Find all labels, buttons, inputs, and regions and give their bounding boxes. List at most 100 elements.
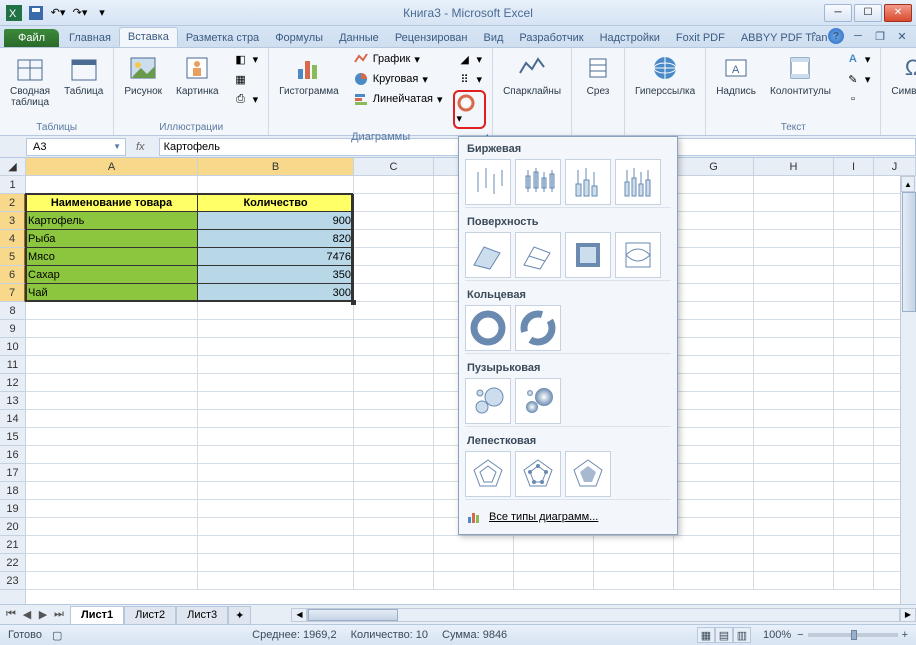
col-header[interactable]: G [674,158,754,176]
cell[interactable] [834,518,874,536]
all-chart-types-button[interactable]: Все типы диаграмм... [459,502,677,532]
cell[interactable] [754,500,834,518]
column-chart-button[interactable]: Гистограмма [275,50,343,99]
namebox-dropdown-icon[interactable]: ▼ [113,142,125,151]
cell[interactable] [834,464,874,482]
scatter-chart-button[interactable]: ⠿▾ [453,70,487,88]
cell[interactable]: 7476 [198,248,354,266]
cell[interactable] [198,374,354,392]
stock-chart-2[interactable] [515,159,561,205]
row-header[interactable]: 19 [0,500,25,518]
cell[interactable] [26,176,198,194]
cell[interactable] [198,428,354,446]
row-header[interactable]: 8 [0,302,25,320]
cell[interactable] [674,374,754,392]
cell[interactable] [674,212,754,230]
cell[interactable]: 820 [198,230,354,248]
cell[interactable]: 300 [198,284,354,302]
fx-icon[interactable]: fx [136,141,149,153]
cell[interactable] [354,554,434,572]
cell[interactable] [834,482,874,500]
cell[interactable] [594,554,674,572]
cell[interactable] [834,500,874,518]
bar-chart-button[interactable]: Линейчатая ▾ [349,90,447,108]
stock-chart-4[interactable] [615,159,661,205]
close-button[interactable]: ✕ [884,4,912,22]
cell[interactable] [26,482,198,500]
tab-home[interactable]: Главная [61,29,119,47]
save-icon[interactable] [26,3,46,23]
doughnut-chart-1[interactable] [465,305,511,351]
cell[interactable] [354,374,434,392]
cell[interactable] [26,374,198,392]
cell[interactable] [354,284,434,302]
doc-restore-icon[interactable]: ❐ [872,28,888,44]
pie-chart-button[interactable]: Круговая ▾ [349,70,447,88]
cell[interactable] [354,302,434,320]
object-button[interactable]: ▫ [841,90,875,108]
row-header[interactable]: 9 [0,320,25,338]
cell[interactable] [754,536,834,554]
cell[interactable] [834,194,874,212]
row-header[interactable]: 21 [0,536,25,554]
cell[interactable] [198,572,354,590]
cell[interactable] [834,284,874,302]
cell[interactable] [354,410,434,428]
cell[interactable] [754,374,834,392]
cell[interactable] [834,212,874,230]
cell[interactable] [674,500,754,518]
cell[interactable] [354,338,434,356]
cell[interactable] [754,230,834,248]
doughnut-chart-2[interactable] [515,305,561,351]
cell[interactable] [754,428,834,446]
sheet-tab[interactable]: Лист3 [176,606,228,624]
row-header[interactable]: 1 [0,176,25,194]
cell[interactable] [354,194,434,212]
cell[interactable] [594,572,674,590]
cell[interactable] [514,554,594,572]
cell[interactable] [26,446,198,464]
tab-developer[interactable]: Разработчик [511,29,591,47]
surface-chart-2[interactable] [515,232,561,278]
cell[interactable] [198,410,354,428]
zoom-out-button[interactable]: − [797,629,803,641]
shapes-button[interactable]: ◧▾ [229,50,263,68]
hscroll-track[interactable] [307,608,900,622]
sheet-tab[interactable]: Лист1 [70,606,124,624]
cell[interactable] [354,356,434,374]
qat-more-icon[interactable]: ▾ [92,3,112,23]
cell[interactable] [754,572,834,590]
cell[interactable] [674,428,754,446]
cell[interactable] [434,554,514,572]
cell[interactable] [354,320,434,338]
radar-chart-3[interactable] [565,451,611,497]
cell[interactable] [754,410,834,428]
cell[interactable] [198,302,354,320]
cell[interactable] [198,536,354,554]
cell[interactable] [674,554,754,572]
surface-chart-3[interactable] [565,232,611,278]
zoom-in-button[interactable]: + [902,629,908,641]
view-break-button[interactable]: ▥ [733,627,751,643]
screenshot-button[interactable]: ⎙▾ [229,90,263,108]
header-footer-button[interactable]: Колонтитулы [766,50,835,99]
tab-data[interactable]: Данные [331,29,387,47]
cell[interactable] [834,392,874,410]
cell[interactable] [198,500,354,518]
cell[interactable] [674,518,754,536]
row-header[interactable]: 4 [0,230,25,248]
radar-chart-2[interactable] [515,451,561,497]
cell[interactable] [834,356,874,374]
cell[interactable] [754,446,834,464]
undo-icon[interactable]: ↶▾ [48,3,68,23]
cell[interactable] [674,266,754,284]
cell[interactable] [674,446,754,464]
doc-minimize-icon[interactable]: ─ [850,28,866,44]
cell[interactable]: Сахар [26,266,198,284]
cell[interactable] [354,212,434,230]
textbox-button[interactable]: A Надпись [712,50,760,99]
cell[interactable] [198,320,354,338]
cell[interactable]: Чай [26,284,198,302]
cell[interactable] [354,392,434,410]
cell[interactable] [354,446,434,464]
